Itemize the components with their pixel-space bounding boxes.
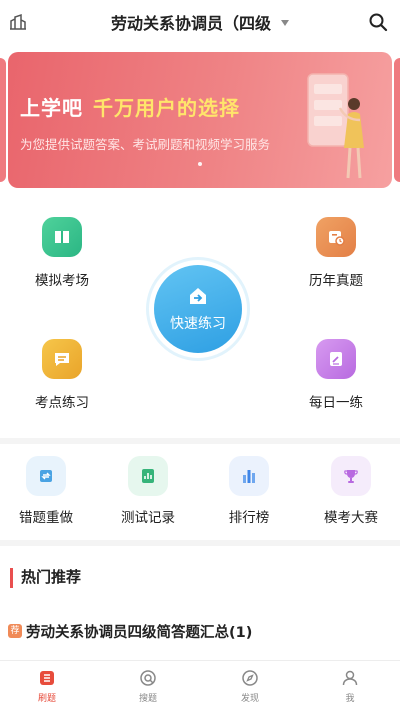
wrong-questions-button[interactable]: 错题重做 bbox=[6, 456, 86, 526]
exam-selector[interactable]: 劳动关系协调员（四级 bbox=[0, 10, 400, 34]
topic-practice-button[interactable]: 考点练习 bbox=[22, 339, 102, 411]
quick-practice-button[interactable]: 快速练习 bbox=[146, 257, 250, 361]
compass-icon bbox=[239, 667, 261, 689]
mock-exam-button[interactable]: 模拟考场 bbox=[22, 217, 102, 289]
nav-me[interactable]: 我 bbox=[320, 667, 380, 704]
nav-practice[interactable]: 刷题 bbox=[17, 667, 77, 704]
page-title: 劳动关系协调员（四级 bbox=[110, 14, 271, 33]
daily-practice-button[interactable]: 每日一练 bbox=[296, 339, 376, 411]
carousel-indicator bbox=[8, 151, 392, 170]
list-icon bbox=[36, 667, 58, 689]
nav-label: 搜题 bbox=[138, 694, 157, 704]
recommend-title: 劳动关系协调员四级简答题汇总(1) bbox=[26, 625, 253, 641]
banner-headline-a: 上学吧 bbox=[20, 96, 83, 120]
tile-label: 每日一练 bbox=[309, 395, 363, 411]
message-lines-icon bbox=[42, 339, 82, 379]
nav-search[interactable]: 搜题 bbox=[118, 667, 178, 704]
test-records-button[interactable]: 测试记录 bbox=[108, 456, 188, 526]
banner[interactable]: 上学吧 千万用户的选择 为您提供试题答案、考试刷题和视频学习服务 bbox=[8, 52, 392, 188]
banner-prev-peek bbox=[0, 58, 6, 182]
quick-practice-core: 快速练习 bbox=[154, 265, 242, 353]
banner-headline-b: 千万用户的选择 bbox=[93, 96, 240, 120]
bar-doc-icon bbox=[128, 456, 168, 496]
pencil-note-icon bbox=[316, 339, 356, 379]
bottom-nav: 刷题 搜题 发现 我 bbox=[0, 660, 400, 710]
search-icon[interactable] bbox=[368, 12, 388, 32]
leaderboard-button[interactable]: 排行榜 bbox=[209, 456, 289, 526]
quick-practice-label: 快速练习 bbox=[170, 316, 226, 332]
calendar-clock-icon bbox=[316, 217, 356, 257]
top-bar: 劳动关系协调员（四级 bbox=[0, 0, 400, 44]
house-arrow-icon bbox=[190, 288, 206, 304]
book-icon bbox=[42, 217, 82, 257]
section-divider bbox=[0, 540, 400, 546]
tools-row: 错题重做 测试记录 排行榜 模考大赛 bbox=[0, 456, 400, 536]
chevron-down-icon bbox=[281, 19, 289, 26]
tool-label: 错题重做 bbox=[19, 510, 73, 526]
banner-headline: 上学吧 千万用户的选择 bbox=[20, 92, 240, 121]
tile-label: 考点练习 bbox=[35, 395, 89, 411]
user-icon bbox=[339, 667, 361, 689]
bar-chart-icon bbox=[229, 456, 269, 496]
tool-label: 模考大赛 bbox=[324, 510, 378, 526]
recommend-tag: 荐 bbox=[8, 624, 22, 638]
tile-label: 历年真题 bbox=[309, 273, 363, 289]
nav-label: 刷题 bbox=[37, 694, 56, 704]
trophy-icon bbox=[331, 456, 371, 496]
mock-contest-button[interactable]: 模考大赛 bbox=[311, 456, 391, 526]
banner-carousel[interactable]: 上学吧 千万用户的选择 为您提供试题答案、考试刷题和视频学习服务 bbox=[0, 52, 400, 188]
section-title: 热门推荐 bbox=[10, 568, 81, 588]
practice-grid: 模拟考场 历年真题 考点练习 每日一练 快速练习 bbox=[0, 205, 400, 435]
tool-label: 测试记录 bbox=[121, 510, 175, 526]
recommend-item[interactable]: 荐 劳动关系协调员四级简答题汇总(1) bbox=[8, 621, 392, 643]
tool-label: 排行榜 bbox=[228, 510, 270, 526]
nav-discover[interactable]: 发现 bbox=[220, 667, 280, 704]
tile-label: 模拟考场 bbox=[35, 273, 89, 289]
nav-label: 我 bbox=[345, 694, 355, 704]
swap-icon bbox=[26, 456, 66, 496]
banner-next-peek bbox=[394, 58, 400, 182]
search-circle-icon bbox=[137, 667, 159, 689]
section-divider bbox=[0, 438, 400, 444]
nav-label: 发现 bbox=[240, 694, 259, 704]
past-papers-button[interactable]: 历年真题 bbox=[296, 217, 376, 289]
